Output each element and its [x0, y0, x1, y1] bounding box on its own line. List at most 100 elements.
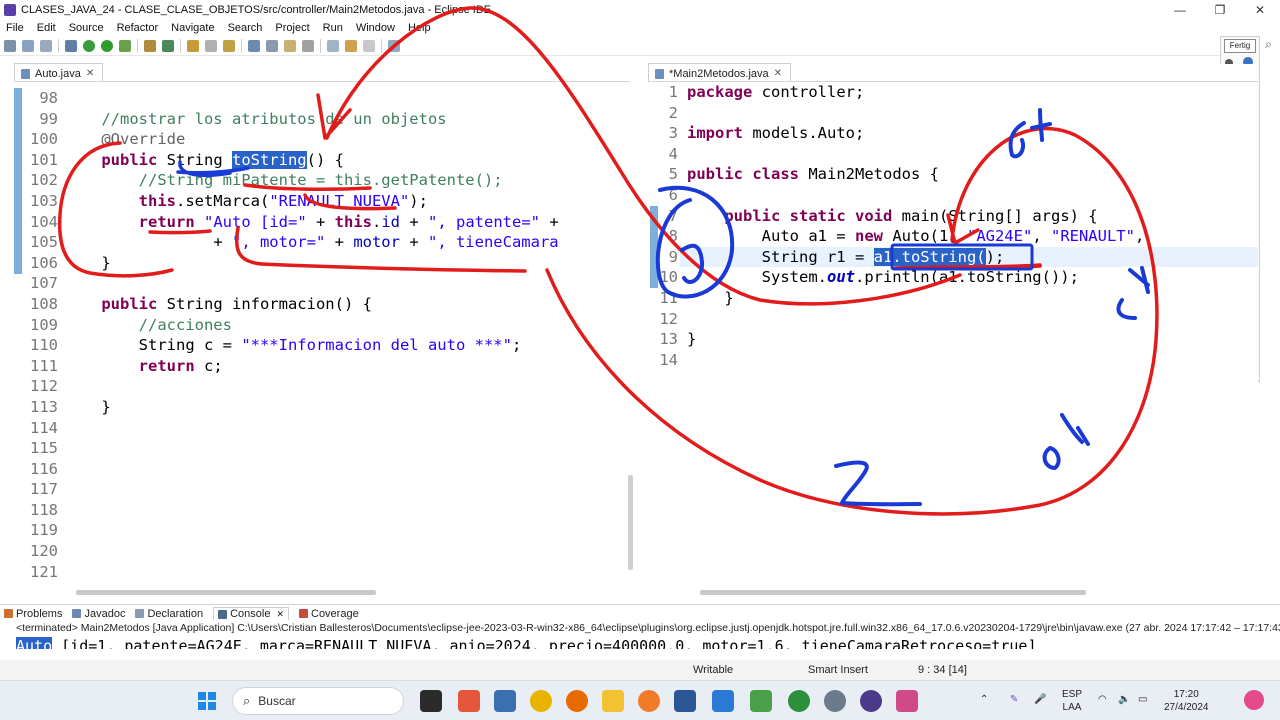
debug-icon[interactable]: [83, 39, 95, 52]
eclipse-logo-icon: [4, 4, 16, 16]
menu-source[interactable]: Source: [69, 22, 104, 34]
chrome-profile-icon[interactable]: [788, 690, 810, 712]
toolbar-separator: [58, 38, 59, 53]
clock[interactable]: 17:20 27/4/2024: [1164, 688, 1209, 714]
tab-main2metodos-java[interactable]: *Main2Metodos.java ✕: [648, 63, 792, 81]
right-horizontal-scrollbar[interactable]: [700, 590, 1086, 595]
language-indicator[interactable]: ESP LAA: [1062, 688, 1082, 714]
pen-tray-icon[interactable]: ✎: [1010, 693, 1018, 706]
save-all-icon[interactable]: [40, 39, 52, 52]
maximize-editor-icon[interactable]: [388, 39, 400, 52]
status-bar: Writable Smart Insert 9 : 34 [14]: [0, 660, 1280, 680]
left-horizontal-scrollbar[interactable]: [76, 590, 376, 595]
menu-run[interactable]: Run: [323, 22, 343, 34]
sublime-icon[interactable]: [638, 690, 660, 712]
chrome-icon[interactable]: [530, 690, 552, 712]
back-icon[interactable]: [327, 39, 339, 52]
color-wheel-icon[interactable]: [1244, 690, 1264, 710]
menu-bar: File Edit Source Refactor Navigate Searc…: [0, 20, 1280, 36]
toolbar-separator: [180, 38, 181, 53]
left-code-area[interactable]: //mostrar los atributos de un objetos @O…: [64, 88, 624, 418]
wifi-icon[interactable]: ◠: [1098, 693, 1107, 706]
declaration-icon: [135, 609, 145, 618]
console-output[interactable]: Auto [id=1, patente=AG24E, marca=RENAULT…: [0, 635, 1280, 649]
tab-label: Auto.java: [35, 67, 81, 80]
minimize-button[interactable]: —: [1160, 0, 1200, 20]
close-button[interactable]: ✕: [1240, 0, 1280, 20]
new-icon[interactable]: [4, 39, 16, 52]
firefox-icon[interactable]: [566, 690, 588, 712]
tab-coverage[interactable]: Coverage: [299, 608, 359, 620]
console-view: Problems Javadoc Declaration Console ✕ Co…: [0, 604, 1280, 660]
tab-declaration[interactable]: Declaration: [135, 608, 203, 620]
file-explorer-icon[interactable]: [602, 690, 624, 712]
start-button[interactable]: [198, 692, 216, 710]
battery-icon[interactable]: ▭: [1138, 693, 1147, 706]
forward-icon[interactable]: [345, 39, 357, 52]
close-tab-icon[interactable]: ✕: [276, 609, 284, 620]
console-terminated-info: <terminated> Main2Metodos [Java Applicat…: [16, 622, 1280, 634]
history-icon[interactable]: [363, 39, 375, 52]
menu-navigate[interactable]: Navigate: [171, 22, 214, 34]
tab-javadoc[interactable]: Javadoc: [72, 608, 125, 620]
settings-gear-icon[interactable]: [824, 690, 846, 712]
menu-window[interactable]: Window: [356, 22, 395, 34]
tab-label: *Main2Metodos.java: [669, 67, 769, 80]
word-icon[interactable]: [674, 690, 696, 712]
right-code-area[interactable]: package controller; import models.Auto; …: [687, 82, 1257, 350]
pin-icon[interactable]: [302, 39, 314, 52]
annotation-app-icon[interactable]: [896, 690, 918, 712]
microphone-icon[interactable]: 🎤: [1034, 693, 1046, 706]
tab-problems[interactable]: Problems: [4, 608, 62, 620]
save-icon[interactable]: [22, 39, 34, 52]
windows-taskbar: ⌕ Buscar ⌃ ✎ 🎤 ESP LAA ◠ 🔈 ▭ 17:20 27/4/20…: [0, 680, 1280, 720]
close-tab-icon[interactable]: ✕: [86, 68, 94, 79]
close-tab-icon[interactable]: ✕: [774, 68, 782, 79]
annotation-next-icon[interactable]: [248, 39, 260, 52]
app-icon[interactable]: [458, 690, 480, 712]
coverage-icon[interactable]: [119, 39, 131, 52]
toolbar-separator: [320, 38, 321, 53]
right-editor-tabbar: *Main2Metodos.java ✕: [648, 63, 1258, 82]
java-file-icon: [21, 68, 30, 79]
coverage-icon: [299, 609, 308, 618]
left-editor-tabbar: Auto.java ✕: [14, 63, 630, 82]
menu-search[interactable]: Search: [228, 22, 263, 34]
menu-file[interactable]: File: [6, 22, 24, 34]
new-package-icon[interactable]: [144, 39, 156, 52]
left-vertical-scrollbar[interactable]: [628, 475, 633, 570]
new-class-icon[interactable]: [162, 39, 174, 52]
chevron-up-icon[interactable]: ⌃: [980, 693, 988, 706]
maximize-button[interactable]: ❐: [1200, 0, 1240, 20]
menu-edit[interactable]: Edit: [37, 22, 56, 34]
menu-project[interactable]: Project: [275, 22, 309, 34]
open-type-icon[interactable]: [187, 39, 199, 52]
quick-access: ⌕: [1265, 37, 1272, 52]
database-icon[interactable]: [494, 690, 516, 712]
tab-auto-java[interactable]: Auto.java ✕: [14, 63, 104, 81]
volume-icon[interactable]: 🔈: [1118, 693, 1130, 706]
menu-help[interactable]: Help: [408, 22, 431, 34]
run-icon[interactable]: [101, 39, 113, 52]
eclipse-icon[interactable]: [860, 690, 882, 712]
menu-refactor[interactable]: Refactor: [117, 22, 159, 34]
annotation-prev-icon[interactable]: [266, 39, 278, 52]
console-tabbar: Problems Javadoc Declaration Console ✕ Co…: [0, 605, 1280, 622]
vscode-icon[interactable]: [712, 690, 734, 712]
tab-console[interactable]: Console ✕: [213, 607, 289, 620]
terminal-icon[interactable]: [65, 39, 77, 52]
left-line-numbers: 98 99 100 101 102 103 104 105 106 107 10…: [30, 89, 58, 581]
magnifier-icon[interactable]: ⌕: [1265, 37, 1272, 52]
taskbar-search[interactable]: ⌕ Buscar: [232, 687, 404, 715]
paint-icon[interactable]: [750, 690, 772, 712]
status-cursor-position: 9 : 34 [14]: [918, 664, 967, 676]
taskbar-search-placeholder: Buscar: [258, 694, 296, 708]
javadoc-icon: [72, 609, 82, 618]
search-toolbar-icon[interactable]: [223, 39, 235, 52]
done-button[interactable]: Fertig: [1224, 39, 1256, 53]
last-edit-icon[interactable]: [284, 39, 296, 52]
task-view-icon[interactable]: [420, 690, 442, 712]
status-writable: Writable: [693, 664, 734, 676]
toolbar-separator: [241, 38, 242, 53]
task-icon[interactable]: [205, 39, 217, 52]
